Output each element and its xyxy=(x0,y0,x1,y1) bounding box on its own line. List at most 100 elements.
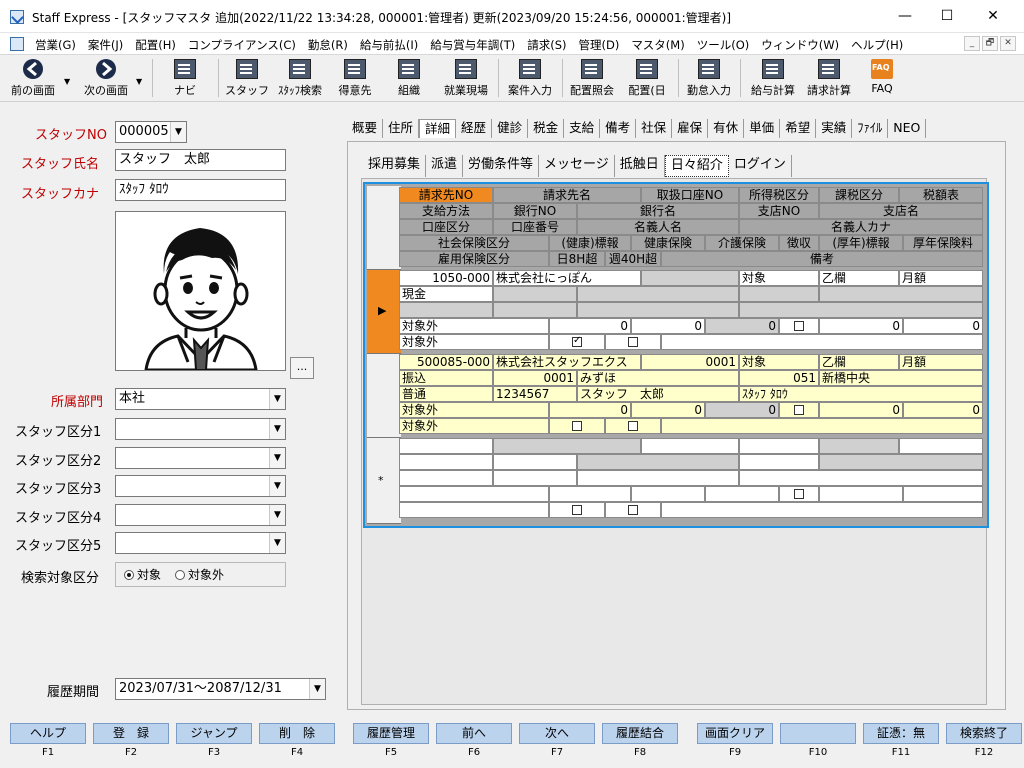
case-entry-button[interactable]: 案件入力 xyxy=(504,57,556,101)
chevron-down-icon[interactable]: ▼ xyxy=(269,419,285,439)
checkbox-icon[interactable] xyxy=(794,321,804,331)
f2-register-button[interactable]: 登 録 F2 xyxy=(93,723,169,761)
cell-branch-no[interactable]: 051 xyxy=(739,370,819,386)
new-cell-collection[interactable] xyxy=(779,486,819,502)
cell-over-8h[interactable] xyxy=(549,418,605,434)
tab-keireki[interactable]: 経歴 xyxy=(456,119,493,138)
cell-bank-no[interactable]: 0001 xyxy=(493,370,577,386)
col-header-over-8h[interactable]: 日8H超 xyxy=(549,251,605,267)
new-cell-holder-kana[interactable] xyxy=(739,470,983,486)
f1-help-button[interactable]: ヘルプ F1 xyxy=(10,723,86,761)
cell-bank-name[interactable] xyxy=(577,286,739,302)
col-header-tax-table[interactable]: 税額表 xyxy=(899,187,983,203)
staff-kubun4-select[interactable]: ▼ xyxy=(115,504,286,526)
close-button[interactable]: ✕ xyxy=(970,0,1016,32)
cell-holder-name[interactable] xyxy=(577,302,739,318)
cell-branch-name[interactable] xyxy=(819,286,983,302)
new-cell-pension-grade[interactable] xyxy=(819,486,903,502)
chevron-down-icon[interactable]: ▼ xyxy=(269,448,285,468)
checkbox-icon[interactable] xyxy=(794,405,804,415)
col-header-account-number[interactable]: 口座番号 xyxy=(493,219,577,235)
new-cell-over-40h[interactable] xyxy=(605,502,661,518)
f4-delete-button[interactable]: 削 除 F4 xyxy=(259,723,335,761)
mdi-minimize-button[interactable]: _ xyxy=(964,36,980,51)
col-header-employment-insurance[interactable]: 雇用保険区分 xyxy=(399,251,549,267)
cell-pension-premium[interactable]: 0 xyxy=(903,318,983,334)
checkbox-icon[interactable] xyxy=(628,421,638,431)
cell-holder-kana[interactable]: ｽﾀｯﾌ ﾀﾛｳ xyxy=(739,386,983,402)
menu-compliance[interactable]: コンプライアンス(C) xyxy=(188,37,296,53)
checkbox-icon[interactable] xyxy=(572,505,582,515)
chevron-down-icon[interactable]: ▼ xyxy=(269,389,285,409)
col-header-pension-premium[interactable]: 厚年保険料 xyxy=(903,235,983,251)
navi-button[interactable]: ナビ xyxy=(160,57,210,101)
cell-account-no[interactable] xyxy=(641,270,739,286)
cell-pay-method[interactable]: 振込 xyxy=(399,370,493,386)
worksite-button[interactable]: 就業現場 xyxy=(440,57,492,101)
tab-zeikin[interactable]: 税金 xyxy=(528,119,565,138)
tab-roudou[interactable]: 労働条件等 xyxy=(463,155,540,177)
new-cell-holder-name[interactable] xyxy=(577,470,739,486)
tab-shikyu[interactable]: 支給 xyxy=(564,119,601,138)
new-cell-social-insurance[interactable] xyxy=(399,486,549,502)
faq-button[interactable]: FAQ FAQ xyxy=(862,57,902,101)
f8-merge-history-button[interactable]: 履歴結合 F8 xyxy=(602,723,678,761)
placement-inquiry-button[interactable]: 配置照会 xyxy=(566,57,618,101)
new-cell-bank-name[interactable] xyxy=(577,454,739,470)
col-header-billing-no[interactable]: 請求先NO xyxy=(399,187,493,203)
tab-yukyu[interactable]: 有休 xyxy=(708,119,745,138)
menu-kintai[interactable]: 勤怠(R) xyxy=(308,37,348,53)
dept-select[interactable]: 本社 ▼ xyxy=(115,388,286,410)
cell-pension-premium[interactable]: 0 xyxy=(903,402,983,418)
cell-employment-insurance[interactable]: 対象外 xyxy=(399,418,549,434)
col-header-bank-no[interactable]: 銀行NO xyxy=(493,203,577,219)
staff-kana-field[interactable]: ｽﾀｯﾌ ﾀﾛｳ xyxy=(115,179,286,201)
new-cell-branch-name[interactable] xyxy=(819,454,983,470)
tab-jisseki[interactable]: 実績 xyxy=(816,119,853,138)
tab-neo[interactable]: NEO xyxy=(888,119,927,138)
cell-billing-name[interactable]: 株式会社にっぽん xyxy=(493,270,641,286)
cell-tax-table[interactable]: 月額 xyxy=(899,354,983,370)
menu-haichi[interactable]: 配置(H) xyxy=(135,37,176,53)
col-header-over-40h[interactable]: 週40H超 xyxy=(605,251,661,267)
cell-taxable[interactable]: 乙欄 xyxy=(819,354,899,370)
history-period-select[interactable]: 2023/07/31～2087/12/31 ▼ xyxy=(115,678,326,700)
menu-anken[interactable]: 案件(J) xyxy=(88,37,123,53)
client-button[interactable]: 得意先 xyxy=(332,57,378,101)
tab-hibi-shokai[interactable]: 日々紹介 xyxy=(664,155,729,177)
tab-kenshin[interactable]: 健診 xyxy=(492,119,529,138)
tab-login[interactable]: ログイン xyxy=(729,155,792,177)
cell-account-number[interactable] xyxy=(493,302,577,318)
f12-exit-search-button[interactable]: 検索終了 F12 xyxy=(946,723,1022,761)
cell-income-tax[interactable]: 対象 xyxy=(739,354,819,370)
back-button[interactable]: 前の画面 xyxy=(8,57,58,101)
f9-clear-button[interactable]: 画面クリア F9 xyxy=(697,723,773,761)
new-cell-billing-no[interactable] xyxy=(399,438,493,454)
new-cell-health-insurance[interactable] xyxy=(631,486,705,502)
cell-over-8h[interactable] xyxy=(549,334,605,350)
tab-shaho[interactable]: 社保 xyxy=(636,119,673,138)
cell-branch-no[interactable] xyxy=(739,286,819,302)
menu-tools[interactable]: ツール(O) xyxy=(697,37,750,53)
col-header-care-insurance[interactable]: 介護保険 xyxy=(705,235,779,251)
new-cell-bank-no[interactable] xyxy=(493,454,577,470)
cell-health-insurance[interactable]: 0 xyxy=(631,402,705,418)
back-history-dropdown[interactable]: ▼ xyxy=(64,77,70,86)
col-header-billing-name[interactable]: 請求先名 xyxy=(493,187,641,203)
staff-name-field[interactable]: スタッフ 太郎 xyxy=(115,149,286,171)
cell-branch-name[interactable]: 新橋中央 xyxy=(819,370,983,386)
chevron-down-icon[interactable]: ▼ xyxy=(309,679,325,699)
row-header-selected[interactable]: ▶ xyxy=(367,270,401,354)
cell-tax-table[interactable]: 月額 xyxy=(899,270,983,286)
menu-maebarai[interactable]: 給与前払(I) xyxy=(360,37,418,53)
tab-haken[interactable]: 派遣 xyxy=(426,155,464,177)
f6-prev-button[interactable]: 前へ F6 xyxy=(436,723,512,761)
mdi-child-icon[interactable] xyxy=(10,37,24,51)
new-cell-billing-name[interactable] xyxy=(493,438,641,454)
tab-jusho[interactable]: 住所 xyxy=(383,119,420,138)
cell-collection[interactable] xyxy=(779,318,819,334)
menu-seikyu[interactable]: 請求(S) xyxy=(527,37,566,53)
billing-calc-button[interactable]: 請求計算 xyxy=(802,57,856,101)
new-cell-pay-method[interactable] xyxy=(399,454,493,470)
tab-saiyo[interactable]: 採用募集 xyxy=(363,155,427,177)
